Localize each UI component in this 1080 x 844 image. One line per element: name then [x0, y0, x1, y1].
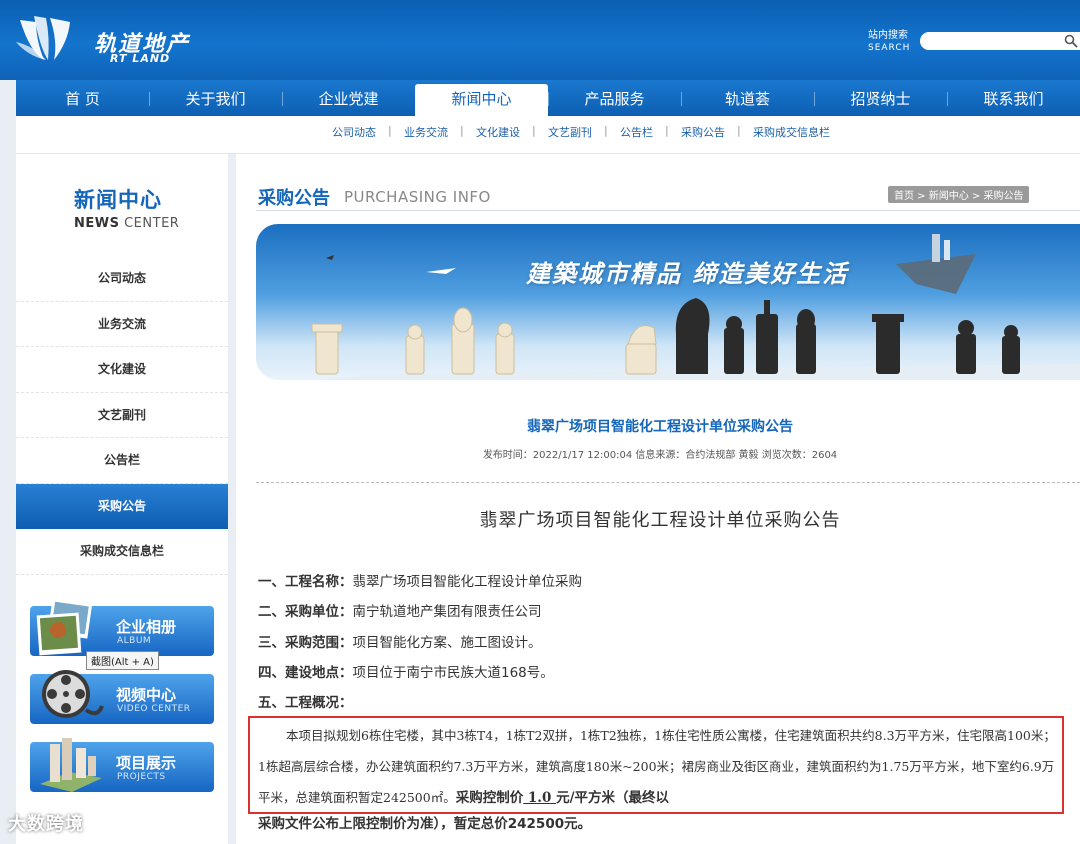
- nav-item-jobs[interactable]: 招贤纳士: [814, 80, 947, 116]
- sidebar-item-literature[interactable]: 文艺副刊: [16, 393, 228, 438]
- subnav-item-notice[interactable]: 公告栏: [604, 124, 667, 140]
- article-item: 五、工程概况：: [258, 691, 353, 711]
- subnav-item-business[interactable]: 业务交流: [388, 124, 462, 140]
- article-item-label: 五、工程概况：: [258, 695, 353, 711]
- site-header: 轨道地产 RT LAND 站内搜索 SEARCH: [0, 0, 1080, 80]
- breadcrumb[interactable]: 首页 > 新闻中心 > 采购公告: [888, 186, 1030, 203]
- album-promo[interactable]: 企业相册 ALBUM: [30, 598, 214, 656]
- nav-item-products[interactable]: 产品服务: [548, 80, 681, 116]
- sub-nav: 公司动态 业务交流 文化建设 文艺副刊 公告栏 采购公告 采购成交信息栏: [16, 116, 1080, 154]
- article-meta: 发布时间：2022/1/17 12:00:04 信息来源：合约法规部 黄毅 浏览…: [482, 450, 838, 461]
- article-item: 二、采购单位：南宁轨道地产集团有限责任公司: [258, 600, 542, 620]
- film-reel-icon: [42, 670, 104, 718]
- subnav-item-literature[interactable]: 文艺副刊: [532, 124, 606, 140]
- article-divider: [256, 482, 1080, 483]
- sidebar: 新闻中心 NEWS CENTER 公司动态 业务交流 文化建设 文艺副刊 公告栏…: [16, 154, 228, 844]
- video-promo[interactable]: 视频中心 VIDEO CENTER: [30, 670, 214, 724]
- article-title: 翡翠广场项目智能化工程设计单位采购公告: [527, 419, 793, 435]
- sidebar-title: 新闻中心 NEWS CENTER: [74, 184, 179, 231]
- projects-promo-sub: PROJECTS: [117, 772, 166, 782]
- nav-item-news[interactable]: 新闻中心: [415, 84, 548, 116]
- article-item-value: 南宁轨道地产集团有限责任公司: [352, 604, 542, 620]
- sidebar-item-culture[interactable]: 文化建设: [16, 347, 228, 393]
- buildings-icon: [40, 738, 102, 792]
- article-item-value: 项目位于南宁市民族大道168号。: [352, 665, 554, 681]
- search-label: 站内搜索 SEARCH: [868, 30, 910, 54]
- article-item-value: 项目智能化方案、施工图设计。: [352, 635, 542, 651]
- article-item-label: 一、工程名称：: [258, 574, 353, 590]
- nav-item-club[interactable]: 轨道荟: [681, 80, 814, 116]
- logo-text-en: RT LAND: [110, 52, 171, 65]
- price-unit: 元/平方米（最终以: [556, 790, 670, 806]
- site-logo[interactable]: 轨道地产 RT LAND: [14, 12, 214, 68]
- chess-pieces-illustration: [311, 234, 1080, 380]
- video-promo-sub: VIDEO CENTER: [117, 704, 191, 714]
- sidebar-menu: 公司动态 业务交流 文化建设 文艺副刊 公告栏 采购公告 采购成交信息栏: [16, 256, 228, 575]
- sidebar-item-notice[interactable]: 公告栏: [16, 438, 228, 484]
- subnav-item-purchasing[interactable]: 采购公告: [665, 124, 739, 140]
- video-promo-title: 视频中心: [116, 686, 177, 704]
- article-item-value: 翡翠广场项目智能化工程设计单位采购: [352, 574, 583, 590]
- banner-slogan: 建築城市精品 缔造美好生活: [526, 259, 849, 288]
- sidebar-title-cn: 新闻中心: [74, 188, 162, 212]
- page-title-en: PURCHASING INFO: [344, 188, 491, 206]
- subnav-item-culture[interactable]: 文化建设: [460, 124, 534, 140]
- article-item-label: 三、采购范围：: [258, 635, 353, 651]
- album-promo-sub: ALBUM: [117, 636, 152, 646]
- sidebar-title-en: NEWS CENTER: [74, 216, 179, 231]
- article-item: 三、采购范围：项目智能化方案、施工图设计。: [258, 631, 542, 651]
- search-label-en: SEARCH: [868, 43, 911, 53]
- logo-icon: [16, 16, 70, 60]
- sidebar-item-business[interactable]: 业务交流: [16, 302, 228, 347]
- article-item-label: 四、建设地点：: [258, 665, 353, 681]
- search-input[interactable]: [920, 32, 1080, 50]
- sidebar-title-en-1: NEWS: [74, 216, 120, 231]
- nav-item-party[interactable]: 企业党建: [282, 80, 415, 116]
- main-nav: 首 页 关于我们 企业党建 新闻中心 产品服务 轨道荟 招贤纳士 联系我们: [16, 80, 1080, 116]
- banner-image: 建築城市精品 缔造美好生活: [256, 224, 1080, 380]
- overview-paragraph: 本项目拟规划6栋住宅楼，其中3栋T4，1栋T2双拼，1栋T2独栋，1栋住宅性质公…: [258, 720, 1058, 814]
- sidebar-item-purchasing[interactable]: 采购公告: [16, 483, 228, 529]
- nav-item-about[interactable]: 关于我们: [149, 80, 282, 116]
- price-value: 1.0: [523, 790, 557, 806]
- subnav-item-deals[interactable]: 采购成交信息栏: [737, 124, 844, 140]
- sidebar-item-company-news[interactable]: 公司动态: [16, 256, 228, 302]
- projects-promo[interactable]: 项目展示 PROJECTS: [30, 738, 214, 792]
- price-label: 采购控制价: [455, 790, 524, 806]
- projects-promo-title: 项目展示: [116, 754, 177, 772]
- sidebar-item-deals[interactable]: 采购成交信息栏: [16, 529, 228, 575]
- search-label-cn: 站内搜索: [868, 30, 908, 41]
- subnav-item-company-news[interactable]: 公司动态: [318, 124, 390, 140]
- watermark: 大数跨境: [8, 814, 84, 835]
- search-icon[interactable]: [1064, 34, 1080, 48]
- title-divider: [256, 210, 1080, 211]
- overview-last-line: 采购文件公布上限控制价为准），暂定总价242500元。: [258, 816, 592, 832]
- article-item: 四、建设地点：项目位于南宁市民族大道168号。: [258, 661, 554, 681]
- article-item-label: 二、采购单位：: [258, 604, 353, 620]
- article-heading: 翡翠广场项目智能化工程设计单位采购公告: [479, 510, 841, 531]
- album-promo-title: 企业相册: [116, 618, 177, 636]
- nav-item-contact[interactable]: 联系我们: [947, 80, 1080, 116]
- nav-item-home[interactable]: 首 页: [16, 80, 149, 116]
- article-item: 一、工程名称：翡翠广场项目智能化工程设计单位采购: [258, 570, 582, 590]
- page-title: 采购公告: [258, 188, 330, 209]
- sidebar-title-en-2: CENTER: [124, 216, 180, 231]
